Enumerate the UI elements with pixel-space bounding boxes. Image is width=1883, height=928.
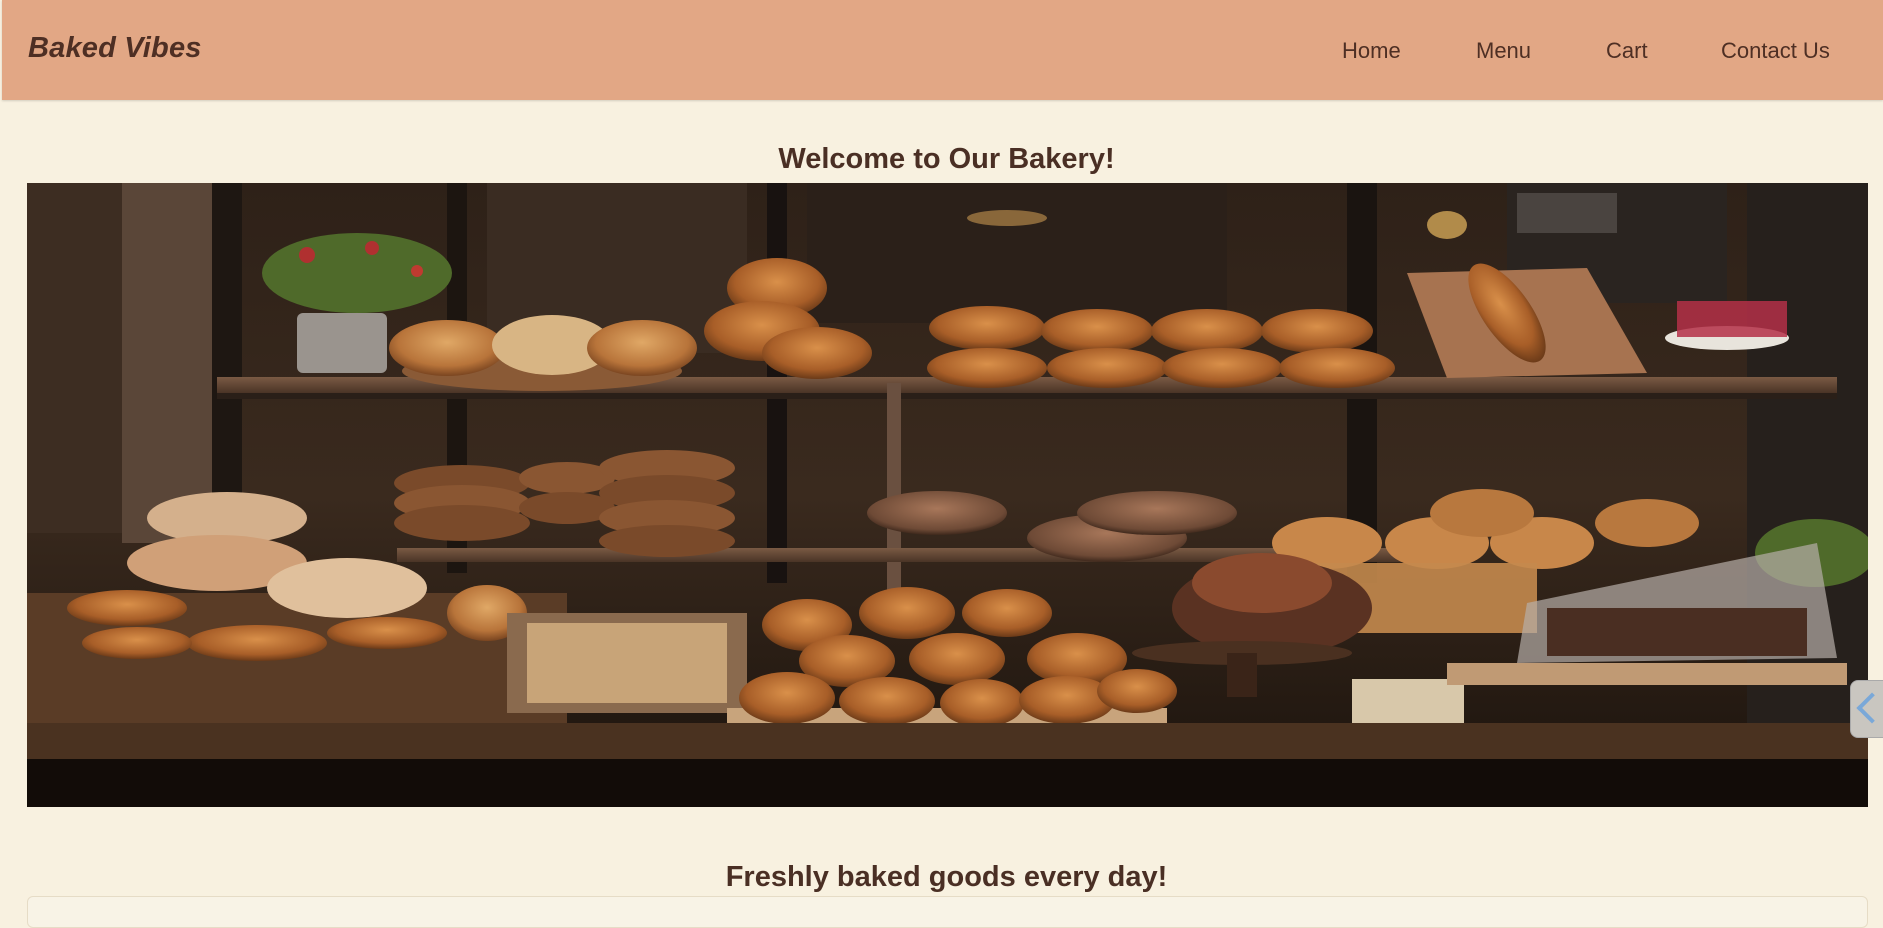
navbar: Baked Vibes Home Menu Cart Contact Us — [2, 0, 1883, 100]
nav-link-cart[interactable]: Cart — [1606, 38, 1648, 64]
welcome-heading: Welcome to Our Bakery! — [778, 143, 1115, 176]
tagline-heading: Freshly baked goods every day! — [725, 861, 1168, 894]
bakery-display-illustration — [27, 183, 1868, 807]
content-card — [27, 896, 1868, 928]
brand-logo[interactable]: Baked Vibes — [28, 32, 202, 65]
nav-link-menu[interactable]: Menu — [1476, 38, 1531, 64]
nav-link-contact-us[interactable]: Contact Us — [1721, 38, 1830, 64]
nav-link-home[interactable]: Home — [1342, 38, 1401, 64]
hero-image — [27, 183, 1868, 807]
scroll-handle-icon[interactable] — [1850, 680, 1883, 738]
